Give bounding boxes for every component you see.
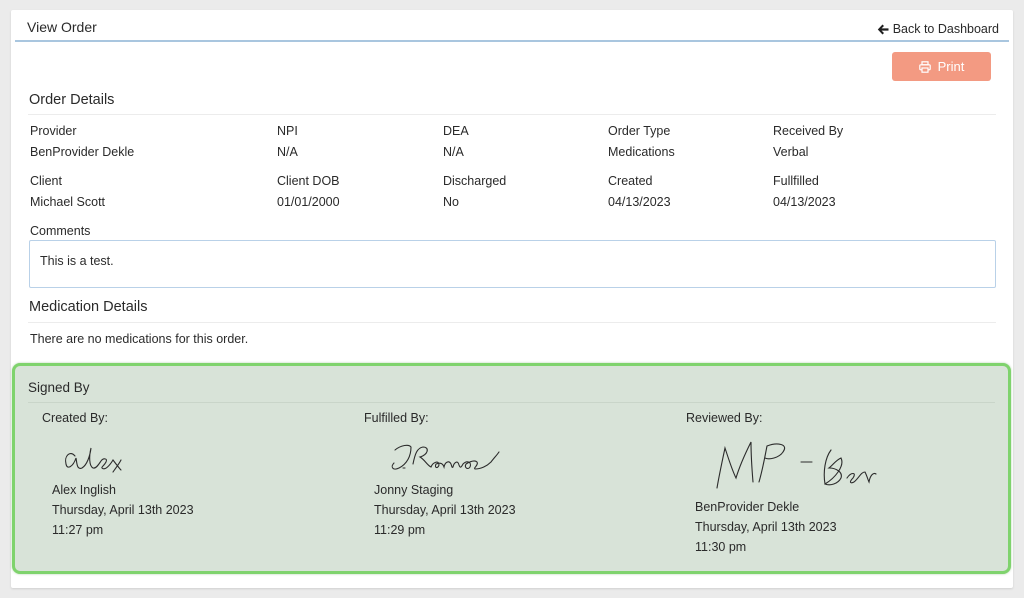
fulfilled-by-signature: [391, 444, 500, 470]
order-card: View Order Back to Dashboard Print Order…: [11, 10, 1013, 588]
comments-text: This is a test.: [40, 254, 114, 268]
created-value: 04/13/2023: [608, 195, 671, 209]
fulfilled-by-name: Jonny Staging: [374, 483, 454, 497]
order-type-value: Medications: [608, 145, 675, 159]
print-label: Print: [937, 59, 965, 74]
back-link-label: Back to Dashboard: [892, 22, 999, 36]
order-details-title: Order Details: [29, 92, 115, 108]
no-medications-message: There are no medications for this order.: [30, 332, 249, 346]
client-dob-label: Client DOB: [277, 174, 340, 188]
discharged-value: No: [443, 195, 459, 209]
received-by-value: Verbal: [773, 145, 809, 159]
dea-label: DEA: [443, 124, 469, 138]
signed-by-panel: Signed By Created By: Alex Inglish Thurs…: [12, 363, 1011, 574]
reviewed-by-date: Thursday, April 13th 2023: [695, 520, 837, 534]
dea-value: N/A: [443, 145, 464, 159]
fulfilled-by-date: Thursday, April 13th 2023: [374, 503, 516, 517]
provider-label: Provider: [30, 124, 77, 138]
created-by-label: Created By:: [42, 411, 109, 425]
reviewed-by-signature: [716, 441, 877, 489]
created-by-date: Thursday, April 13th 2023: [52, 503, 194, 517]
fulfilled-value: 04/13/2023: [773, 195, 836, 209]
npi-value: N/A: [277, 145, 298, 159]
client-label: Client: [30, 174, 62, 188]
received-by-label: Received By: [773, 124, 844, 138]
section-divider: [28, 114, 996, 115]
print-button[interactable]: Print: [892, 52, 991, 81]
fulfilled-by-time: 11:29 pm: [374, 523, 426, 537]
reviewed-by-name: BenProvider Dekle: [695, 500, 800, 514]
comments-box: This is a test.: [29, 240, 996, 288]
arrow-left-icon: [877, 24, 889, 34]
created-by-signature: [65, 447, 122, 473]
npi-label: NPI: [277, 124, 298, 138]
reviewed-by-time: 11:30 pm: [695, 540, 747, 554]
provider-value: BenProvider Dekle: [30, 145, 135, 159]
page-title: View Order: [27, 19, 97, 35]
client-value: Michael Scott: [30, 195, 106, 209]
signed-by-title: Signed By: [28, 380, 90, 395]
card-header: View Order Back to Dashboard: [15, 10, 1009, 42]
discharged-label: Discharged: [443, 174, 507, 188]
medication-details-title: Medication Details: [29, 299, 148, 315]
created-label: Created: [608, 174, 653, 188]
reviewed-by-label: Reviewed By:: [686, 411, 763, 425]
comments-label: Comments: [30, 224, 91, 238]
created-by-name: Alex Inglish: [52, 483, 116, 497]
fulfilled-label: Fullfilled: [773, 174, 819, 188]
printer-icon: [918, 60, 931, 73]
created-by-time: 11:27 pm: [52, 523, 104, 537]
section-divider: [28, 402, 995, 403]
client-dob-value: 01/01/2000: [277, 195, 340, 209]
back-to-dashboard-link[interactable]: Back to Dashboard: [877, 22, 999, 36]
fulfilled-by-label: Fulfilled By:: [364, 411, 429, 425]
order-type-label: Order Type: [608, 124, 671, 138]
section-divider: [28, 322, 996, 323]
